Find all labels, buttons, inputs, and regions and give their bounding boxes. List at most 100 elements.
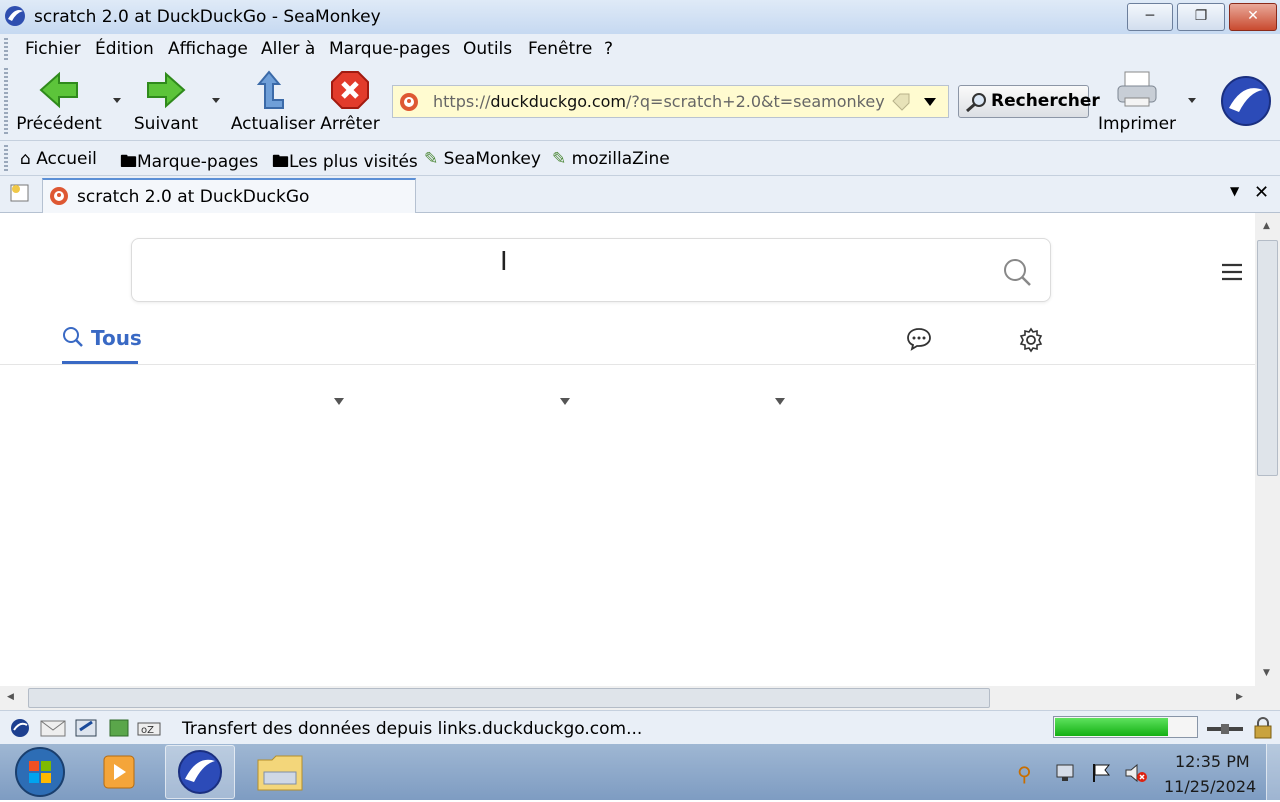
seamonkey-throbber-icon[interactable] <box>1221 76 1271 126</box>
menu-fenetre[interactable]: Fenêtre <box>528 39 592 59</box>
scroll-left-icon[interactable]: ◀ <box>7 692 14 702</box>
printer-icon <box>1117 71 1157 107</box>
print-button[interactable]: Imprimer <box>1096 70 1178 134</box>
search-input-value[interactable] <box>132 255 1050 285</box>
media-player-icon[interactable] <box>100 752 138 792</box>
scroll-right-icon[interactable]: ▶ <box>1236 692 1243 702</box>
show-desktop-button[interactable] <box>1266 744 1280 800</box>
hamburger-menu-icon[interactable] <box>1220 262 1244 286</box>
scroll-corner <box>1255 686 1280 710</box>
progress-bar <box>1053 716 1198 738</box>
url-history-dropdown-icon[interactable] <box>924 98 936 106</box>
scroll-up-icon[interactable]: ▲ <box>1263 221 1270 231</box>
bookmark-tag-icon[interactable] <box>891 93 911 111</box>
taskbar: ⚲ 12:35 PM 11/25/2024 <box>0 744 1280 800</box>
taskbar-seamonkey-button[interactable] <box>165 745 235 799</box>
bookmark-accueil[interactable]: ⌂ Accueil <box>20 149 97 169</box>
reload-button[interactable]: Actualiser <box>228 70 318 134</box>
search-button[interactable]: Rechercher <box>958 85 1100 118</box>
bookmark-link-icon: ✎ <box>424 149 439 169</box>
bookmarks-toolbar: ⌂ Accueil 🖿Marque-pages 🖿Les plus visité… <box>0 141 1280 176</box>
svg-text:oZ: oZ <box>141 725 154 736</box>
toolbar-grip[interactable] <box>4 38 8 60</box>
browser-globe-icon[interactable] <box>10 718 30 738</box>
text-cursor-icon: I <box>500 247 508 277</box>
menu-aller[interactable]: Aller à <box>261 39 315 59</box>
menu-fichier[interactable]: Fichier <box>25 39 81 59</box>
menu-help[interactable]: ? <box>604 39 613 59</box>
tab-all-label: Tous <box>90 326 142 350</box>
stop-label: Arrêter <box>320 114 380 134</box>
tab-active[interactable]: scratch 2.0 at DuckDuckGo <box>42 178 416 213</box>
reload-label: Actualiser <box>230 114 316 134</box>
network-icon[interactable] <box>1054 762 1078 784</box>
menu-marque-pages[interactable]: Marque-pages <box>329 39 450 59</box>
filter-dropdown-icon[interactable] <box>334 398 344 405</box>
print-dropdown-icon[interactable] <box>1188 98 1196 103</box>
status-text: Transfert des données depuis links.duckd… <box>182 719 643 739</box>
tab-list-dropdown-icon[interactable]: ▼ <box>1230 184 1239 198</box>
irc-chat-icon[interactable]: oZ <box>136 718 162 738</box>
back-label: Précédent <box>16 114 102 134</box>
toolbar-grip[interactable] <box>4 145 8 171</box>
composer-icon[interactable] <box>74 718 100 738</box>
forward-label: Suivant <box>133 114 199 134</box>
security-lock-icon[interactable] <box>1252 717 1274 739</box>
file-explorer-icon[interactable] <box>256 750 304 794</box>
search-button-label: Rechercher <box>991 91 1100 111</box>
print-label: Imprimer <box>1097 114 1177 134</box>
window-title: scratch 2.0 at DuckDuckGo - SeaMonkey <box>34 7 381 27</box>
close-tab-icon[interactable]: ✕ <box>1254 182 1269 203</box>
online-plug-icon[interactable] <box>1205 721 1245 735</box>
tab-all[interactable]: Tous <box>62 326 142 350</box>
bookmark-marque-pages[interactable]: 🖿Marque-pages <box>120 149 258 178</box>
filter-dropdown-icon[interactable] <box>775 398 785 405</box>
volume-muted-icon[interactable] <box>1124 762 1148 784</box>
magnifier-icon <box>965 92 987 123</box>
forward-arrow-icon <box>147 71 186 109</box>
start-button[interactable] <box>14 746 66 798</box>
seamonkey-icon <box>4 5 26 27</box>
chat-icon[interactable] <box>906 327 932 355</box>
search-icon[interactable] <box>1002 257 1032 291</box>
folder-icon: 🖿 <box>120 152 137 172</box>
horizontal-scroll-thumb[interactable] <box>28 688 990 708</box>
clock-date[interactable]: 11/25/2024 <box>1164 777 1256 796</box>
url-bar[interactable]: https://duckduckgo.com/?q=scratch+2.0&t=… <box>392 85 949 118</box>
stop-icon <box>331 71 369 109</box>
toolbar-grip[interactable] <box>4 68 8 136</box>
bookmark-seamonkey[interactable]: ✎ SeaMonkey <box>424 149 541 169</box>
forward-dropdown-icon[interactable] <box>212 98 220 103</box>
new-tab-icon[interactable] <box>8 182 32 204</box>
mail-icon[interactable] <box>40 718 66 738</box>
search-icon <box>63 327 83 347</box>
menu-edition[interactable]: Édition <box>95 39 154 59</box>
bookmark-link-icon: ✎ <box>552 149 567 169</box>
duckduckgo-favicon-icon <box>49 186 69 206</box>
gear-icon[interactable] <box>1018 327 1044 357</box>
vertical-scroll-thumb[interactable] <box>1257 240 1278 476</box>
clock-time[interactable]: 12:35 PM <box>1175 752 1250 771</box>
bookmark-mozillazine[interactable]: ✎ mozillaZine <box>552 149 670 169</box>
minimize-button[interactable]: ─ <box>1127 3 1173 31</box>
search-tray-icon[interactable]: ⚲ <box>1017 762 1032 786</box>
menu-affichage[interactable]: Affichage <box>168 39 248 59</box>
tab-title: scratch 2.0 at DuckDuckGo <box>77 187 310 207</box>
close-window-button[interactable]: ✕ <box>1229 3 1277 31</box>
forward-button[interactable]: Suivant <box>124 70 208 134</box>
filter-dropdown-icon[interactable] <box>560 398 570 405</box>
address-book-icon[interactable] <box>106 718 132 738</box>
title-bar: scratch 2.0 at DuckDuckGo - SeaMonkey ─ … <box>0 0 1280 34</box>
stop-button[interactable]: Arrêter <box>318 70 382 134</box>
menu-outils[interactable]: Outils <box>463 39 512 59</box>
search-input[interactable]: I <box>131 238 1051 302</box>
url-text[interactable]: https://duckduckgo.com/?q=scratch+2.0&t=… <box>433 92 885 111</box>
back-dropdown-icon[interactable] <box>113 98 121 103</box>
action-center-flag-icon[interactable] <box>1090 762 1112 784</box>
scroll-down-icon[interactable]: ▼ <box>1263 668 1270 678</box>
content-divider <box>0 364 1255 365</box>
maximize-button[interactable]: ❐ <box>1177 3 1225 31</box>
back-button[interactable]: Précédent <box>14 70 104 134</box>
back-arrow-icon <box>39 71 78 109</box>
bookmark-plus-visites[interactable]: 🖿Les plus visités <box>272 149 418 178</box>
